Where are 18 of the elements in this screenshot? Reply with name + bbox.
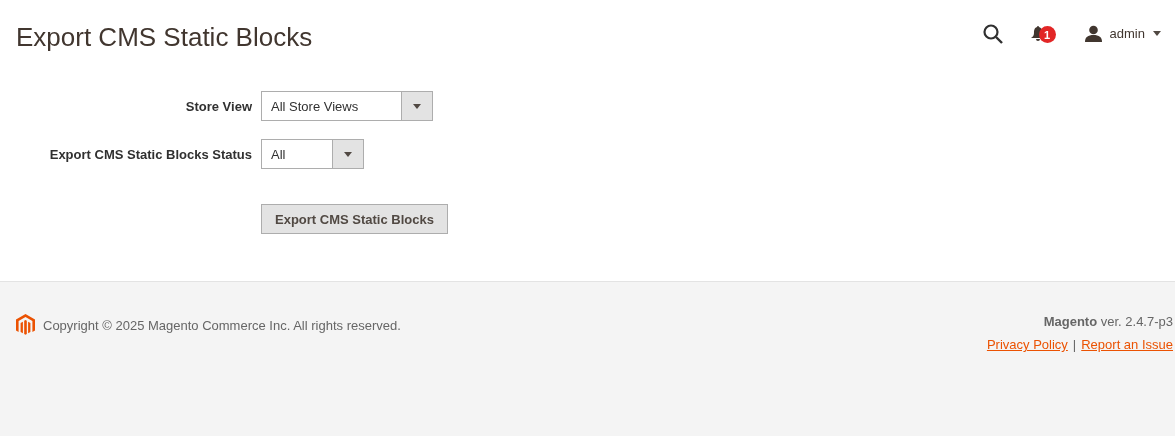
caret-icon (344, 151, 352, 157)
search-icon[interactable] (982, 23, 1003, 44)
user-menu[interactable]: admin (1084, 25, 1161, 42)
copyright-text: Copyright © 2025 Magento Commerce Inc. All rights reserved. (43, 317, 401, 333)
magento-logo-icon (16, 314, 35, 336)
link-separator: | (1072, 337, 1077, 352)
select-field[interactable]: All Store Views (261, 91, 433, 121)
export-button[interactable]: Export CMS Static Blocks (261, 204, 448, 234)
field-label: Export CMS Static Blocks Status (49, 146, 252, 162)
notification-count-badge: 1 (1038, 26, 1056, 43)
caret-icon (1153, 31, 1161, 36)
page-title: Export CMS Static Blocks (16, 22, 313, 53)
user-icon (1084, 25, 1102, 42)
caret-icon (413, 103, 421, 109)
notifications-button[interactable]: 1 (1030, 26, 1057, 41)
field-label: Store View (185, 98, 252, 114)
select-field[interactable]: All (261, 139, 364, 169)
version-text: Magento ver. 2.4.7-p3 (1043, 314, 1173, 329)
